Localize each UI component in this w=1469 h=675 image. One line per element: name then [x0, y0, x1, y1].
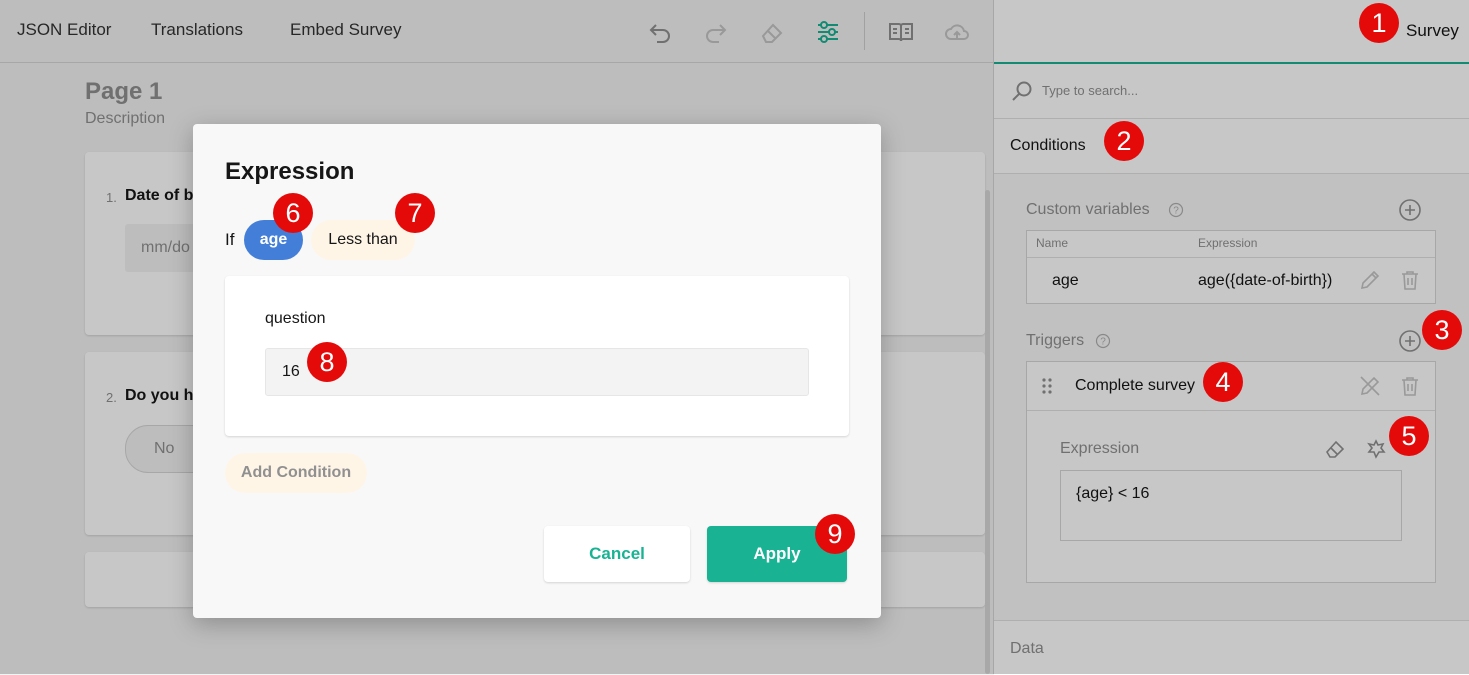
if-label: If: [225, 230, 235, 249]
callout-badge: 3: [1422, 310, 1462, 350]
cancel-button[interactable]: Cancel: [544, 526, 690, 582]
callout-badge: 8: [307, 342, 347, 382]
callout-badge: 1: [1359, 3, 1399, 43]
callout-badge: 7: [395, 193, 435, 233]
value-label: question: [265, 310, 326, 327]
callout-badge: 5: [1389, 416, 1429, 456]
callout-badge: 2: [1104, 121, 1144, 161]
add-condition-button[interactable]: Add Condition: [225, 453, 367, 493]
callout-badge: 6: [273, 193, 313, 233]
callout-badge: 9: [815, 514, 855, 554]
dialog-title: Expression: [225, 158, 355, 185]
callout-badge: 4: [1203, 362, 1243, 402]
value-input-text: 16: [282, 363, 300, 380]
value-input[interactable]: 16: [265, 348, 809, 396]
